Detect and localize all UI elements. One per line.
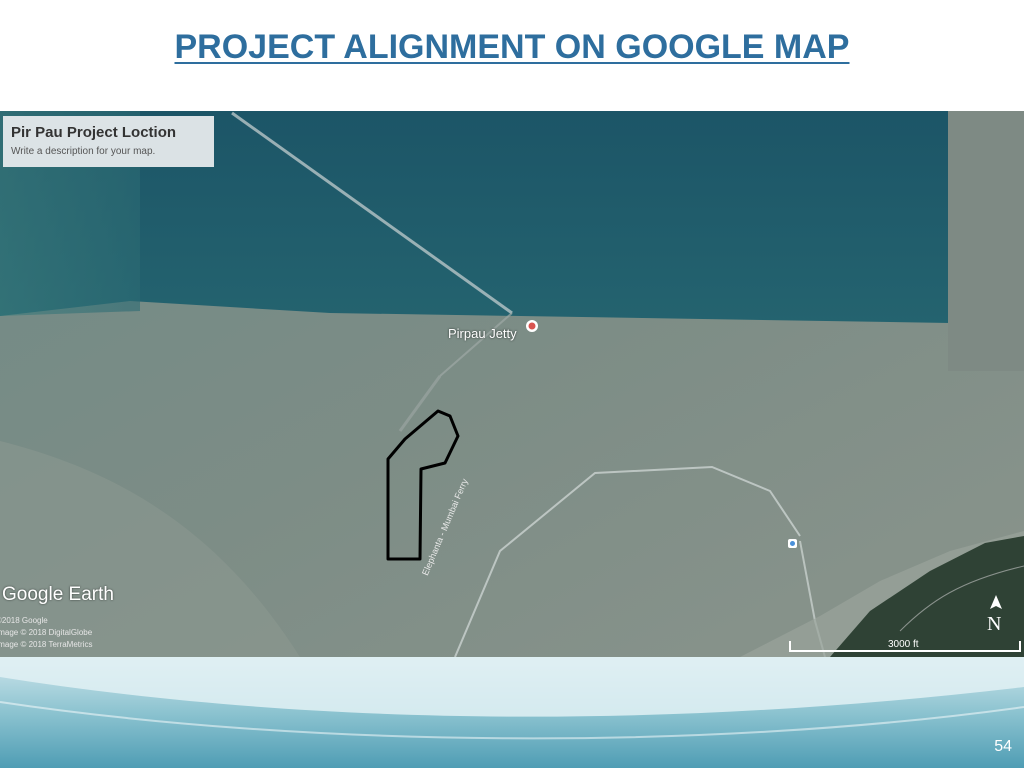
credit-line: Image © 2018 DigitalGlobe [0, 628, 93, 637]
scale-bar-label: 3000 ft [888, 639, 919, 650]
page-title: PROJECT ALIGNMENT ON GOOGLE MAP [174, 28, 850, 66]
slide-footer-wave [0, 657, 1024, 768]
map-info-box[interactable]: Pir Pau Project Loction Write a descript… [3, 116, 214, 167]
credit-line: Image © 2018 TerraMetrics [0, 640, 93, 649]
imagery-credits: ©2018 Google Image © 2018 DigitalGlobe I… [0, 615, 92, 651]
jetty-label: Pirpau Jetty [448, 326, 517, 341]
map-pin-icon[interactable] [526, 320, 538, 332]
map-imagery [0, 111, 1024, 657]
google-earth-logo: Google Earth [2, 584, 114, 605]
map-info-title: Pir Pau Project Loction [11, 124, 177, 141]
credit-line: ©2018 Google [0, 616, 48, 625]
satellite-map[interactable]: Pir Pau Project Loction Write a descript… [0, 111, 1024, 657]
map-info-description[interactable]: Write a description for your map. [11, 146, 206, 157]
page-number: 54 [994, 738, 1012, 755]
place-marker-icon[interactable] [788, 539, 797, 548]
compass-label: N [987, 613, 1002, 635]
map-tile-strip [948, 111, 1024, 371]
